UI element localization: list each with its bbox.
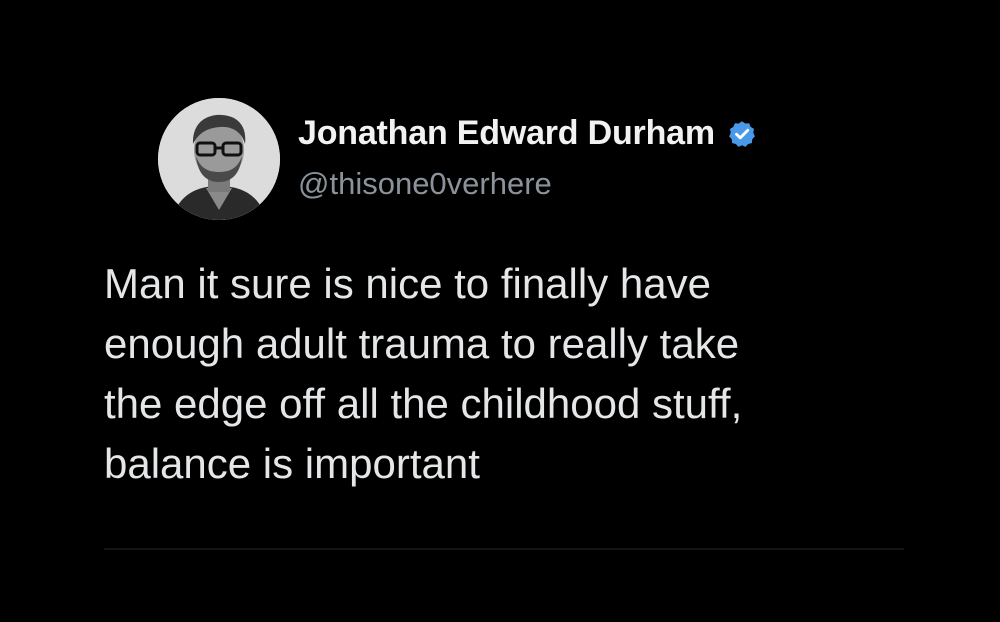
tweet-text-line: enough adult trauma to really take [104,320,740,367]
tweet-card: Jonathan Edward Durham @thisone0verhere … [0,0,1000,622]
display-name[interactable]: Jonathan Edward Durham [298,114,715,153]
tweet-text-line: Man it sure is nice to finally have [104,260,711,307]
divider [104,548,904,550]
tweet-text-line: the edge off all the childhood stuff, [104,380,743,427]
author-name-row: Jonathan Edward Durham [298,114,757,153]
tweet-text: Man it sure is nice to finally have enou… [104,254,964,494]
tweet-text-line: balance is important [104,440,480,487]
verified-badge-icon [727,119,757,149]
profile-photo-icon [158,98,280,220]
avatar[interactable] [158,98,280,220]
author-handle[interactable]: @thisone0verhere [298,166,552,202]
